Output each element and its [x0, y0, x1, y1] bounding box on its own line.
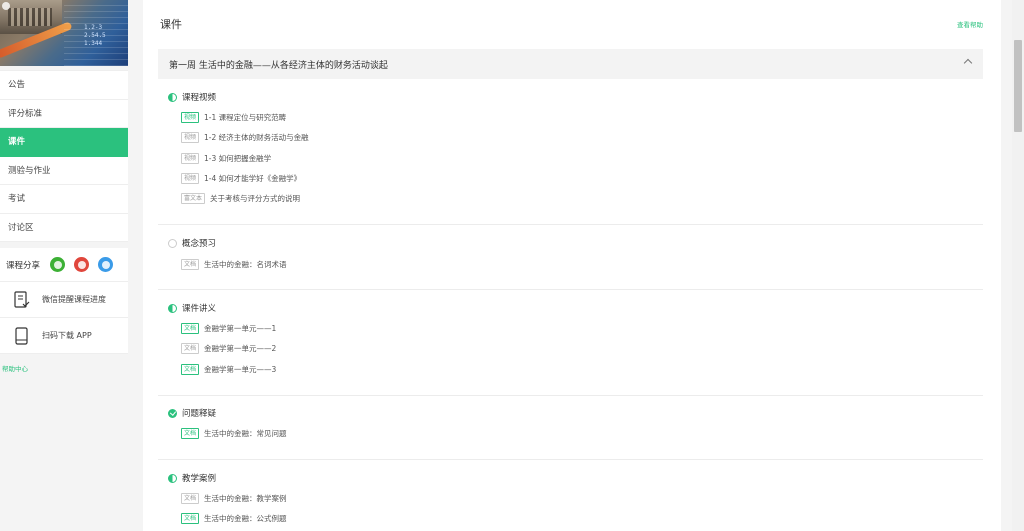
video-badge: 视频 — [181, 173, 200, 184]
document-badge: 文档 — [181, 259, 200, 270]
share-box: 课程分享 微信提醒课程进度 扫码下载 APP — [0, 248, 128, 354]
nav-item-exam[interactable]: 考试 — [0, 185, 128, 214]
course-cover-image[interactable]: 1.2-3 2.54.5 1.344 — [0, 0, 128, 66]
wechat-icon[interactable] — [50, 257, 66, 272]
list-item[interactable]: 文档 生活中的金融：公式例题 — [181, 513, 287, 524]
checklist-icon — [14, 290, 30, 308]
section-title: 概念预习 — [182, 239, 217, 249]
document-badge: 文档 — [181, 428, 200, 439]
share-label: 课程分享 — [6, 260, 41, 271]
list-item[interactable]: 视频 1-3 如何把握金融学 — [181, 153, 271, 164]
list-item[interactable]: 文档 金融学第一单元——2 — [181, 343, 276, 354]
share-row: 课程分享 — [0, 248, 128, 282]
chevron-up-icon[interactable] — [963, 58, 973, 68]
item-label: 1-2 经济主体的财务活动与金融 — [204, 133, 309, 142]
nav-item-courseware[interactable]: 课件 — [0, 128, 128, 157]
richtext-badge: 富文本 — [181, 193, 206, 204]
document-badge: 文档 — [181, 493, 200, 504]
download-app-button[interactable]: 扫码下载 APP — [0, 318, 128, 354]
list-item[interactable]: 视频 1-4 如何才能学好《金融学》 — [181, 173, 301, 184]
nav-item-grading[interactable]: 评分标准 — [0, 100, 128, 128]
qq-icon[interactable] — [98, 257, 114, 272]
document-badge: 文档 — [181, 513, 200, 524]
list-item[interactable]: 文档 金融学第一单元——3 — [181, 364, 276, 375]
week-title: 第一周 生活中的金融——从各经济主体的财务活动谈起 — [169, 60, 388, 71]
item-label: 生活中的金融：常见问题 — [204, 429, 287, 438]
video-badge: 视频 — [181, 132, 200, 143]
item-label: 生活中的金融：名词术语 — [204, 260, 287, 269]
week-header[interactable]: 第一周 生活中的金融——从各经济主体的财务活动谈起 — [158, 49, 983, 79]
cover-digits: 1.2-3 2.54.5 1.344 — [84, 24, 106, 47]
section-title: 课程视频 — [182, 93, 217, 103]
list-item[interactable]: 文档 生活中的金融：常见问题 — [181, 428, 287, 439]
progress-half-icon — [168, 303, 177, 313]
progress-half-icon — [168, 473, 177, 483]
item-label: 金融学第一单元——1 — [204, 324, 277, 333]
list-item[interactable]: 视频 1-2 经济主体的财务活动与金融 — [181, 132, 309, 143]
item-label: 1-4 如何才能学好《金融学》 — [204, 174, 302, 183]
course-nav: 公告 评分标准 课件 测验与作业 考试 讨论区 — [0, 70, 128, 242]
item-label: 生活中的金融：教学案例 — [204, 494, 287, 503]
item-label: 1-3 如何把握金融学 — [204, 154, 272, 163]
download-app-label: 扫码下载 APP — [42, 331, 92, 340]
progress-empty-icon — [168, 238, 177, 248]
main-header: 课件 查看帮助 — [143, 0, 1001, 48]
list-item[interactable]: 富文本 关于考核与评分方式的说明 — [181, 193, 300, 204]
wechat-reminder-button[interactable]: 微信提醒课程进度 — [0, 282, 128, 318]
item-label: 金融学第一单元——3 — [204, 365, 277, 374]
main-panel: 课件 查看帮助 第一周 生活中的金融——从各经济主体的财务活动谈起 课程视频 视… — [143, 0, 1001, 531]
section-header[interactable]: 问题释疑 — [168, 407, 216, 419]
section-header[interactable]: 概念预习 — [168, 237, 216, 249]
tablet-icon — [15, 326, 28, 345]
item-label: 关于考核与评分方式的说明 — [210, 194, 301, 203]
weibo-icon[interactable] — [74, 257, 90, 272]
list-item[interactable]: 文档 生活中的金融：名词术语 — [181, 259, 287, 270]
document-badge: 文档 — [181, 364, 200, 375]
item-label: 生活中的金融：公式例题 — [204, 514, 287, 523]
document-badge: 文档 — [181, 343, 200, 354]
section-header[interactable]: 课程视频 — [168, 91, 216, 103]
divider — [158, 395, 983, 396]
scrollbar-thumb[interactable] — [1014, 40, 1022, 132]
video-badge: 视频 — [181, 153, 200, 164]
nav-item-discussion[interactable]: 讨论区 — [0, 214, 128, 242]
divider — [158, 224, 983, 225]
video-badge: 视频 — [181, 112, 200, 123]
section-title: 课件讲义 — [182, 304, 217, 314]
nav-item-announcement[interactable]: 公告 — [0, 71, 128, 100]
sidebar: 1.2-3 2.54.5 1.344 公告 评分标准 课件 测验与作业 考试 讨… — [0, 0, 128, 373]
wechat-reminder-label: 微信提醒课程进度 — [42, 295, 106, 304]
item-label: 1-1 课程定位与研究范畴 — [204, 113, 287, 122]
document-badge: 文档 — [181, 323, 200, 334]
section-header[interactable]: 课件讲义 — [168, 302, 216, 314]
section-title: 教学案例 — [182, 474, 217, 484]
divider — [158, 459, 983, 460]
list-item[interactable]: 文档 生活中的金融：教学案例 — [181, 493, 287, 504]
section-title: 问题释疑 — [182, 409, 217, 419]
list-item[interactable]: 视频 1-1 课程定位与研究范畴 — [181, 112, 286, 123]
list-item[interactable]: 文档 金融学第一单元——1 — [181, 323, 276, 334]
section-header[interactable]: 教学案例 — [168, 472, 216, 484]
nav-item-quiz-homework[interactable]: 测验与作业 — [0, 157, 128, 185]
progress-complete-icon — [168, 408, 177, 418]
page-scrollbar[interactable] — [1012, 0, 1024, 531]
view-help-link[interactable]: 查看帮助 — [957, 19, 983, 29]
page-title: 课件 — [160, 18, 182, 31]
divider — [158, 289, 983, 290]
item-label: 金融学第一单元——2 — [204, 344, 277, 353]
progress-half-icon — [168, 92, 177, 102]
help-center-link[interactable]: 帮助中心 — [2, 363, 28, 373]
cover-logo — [2, 2, 10, 10]
